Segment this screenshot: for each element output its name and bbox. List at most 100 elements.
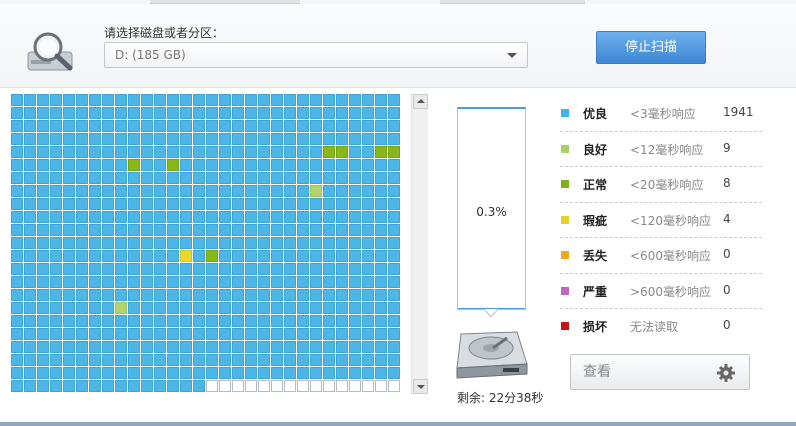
block-cell — [336, 341, 348, 353]
block-cell — [219, 94, 231, 106]
block-cell — [271, 354, 283, 366]
stop-scan-button[interactable]: 停止扫描 — [596, 31, 706, 64]
block-cell — [375, 198, 387, 210]
block-cell — [128, 250, 140, 262]
block-cell — [154, 289, 166, 301]
gear-icon — [717, 364, 735, 382]
block-cell — [349, 263, 361, 275]
block-cell — [284, 172, 296, 184]
block-cell — [323, 237, 335, 249]
block-cell — [336, 354, 348, 366]
block-cell — [167, 146, 179, 158]
legend-row: 优良 <3毫秒响应 1941 — [560, 96, 762, 132]
legend-swatch — [561, 215, 569, 224]
block-cell — [271, 328, 283, 340]
block-cell — [154, 185, 166, 197]
legend-name: 瑕疵 — [583, 213, 608, 228]
block-cell — [167, 354, 179, 366]
block-cell — [297, 328, 309, 340]
block-cell — [336, 172, 348, 184]
scroll-up-button[interactable] — [413, 94, 428, 109]
block-cell — [89, 315, 101, 327]
block-cell — [141, 341, 153, 353]
block-cell — [180, 198, 192, 210]
block-cell — [232, 172, 244, 184]
block-cell — [232, 159, 244, 171]
legend-swatch — [561, 109, 569, 117]
block-cell — [50, 380, 62, 392]
block-cell — [375, 120, 387, 132]
block-cell — [89, 185, 101, 197]
block-cell — [297, 289, 309, 301]
legend-description: <12毫秒响应 — [630, 142, 704, 157]
block-cell — [141, 302, 153, 314]
block-cell — [115, 224, 127, 236]
block-cell — [24, 211, 36, 223]
chevron-down-icon[interactable] — [507, 53, 517, 58]
block-cell — [37, 276, 49, 288]
block-cell — [349, 185, 361, 197]
block-cell — [180, 354, 192, 366]
block-cell — [37, 172, 49, 184]
block-cell — [245, 276, 257, 288]
block-cell — [271, 133, 283, 145]
block-cell — [115, 263, 127, 275]
block-cell — [154, 159, 166, 171]
block-map-scrollbar[interactable] — [411, 94, 428, 394]
block-cell — [310, 237, 322, 249]
block-cell — [167, 237, 179, 249]
time-remaining: 剩余: 22分38秒 — [457, 391, 544, 405]
block-cell — [115, 315, 127, 327]
block-cell — [63, 276, 75, 288]
block-cell — [232, 263, 244, 275]
block-cell — [323, 289, 335, 301]
block-cell — [323, 380, 335, 392]
block-cell — [362, 107, 374, 119]
block-cell — [297, 250, 309, 262]
block-cell — [24, 120, 36, 132]
block-cell — [102, 224, 114, 236]
block-cell — [336, 289, 348, 301]
block-cell — [349, 159, 361, 171]
scroll-down-button[interactable] — [413, 379, 428, 394]
block-cell — [362, 94, 374, 106]
block-cell — [115, 354, 127, 366]
block-cell — [323, 94, 335, 106]
block-cell — [349, 315, 361, 327]
block-cell — [89, 250, 101, 262]
block-cell — [232, 328, 244, 340]
legend-swatch — [561, 286, 569, 295]
block-cell — [284, 263, 296, 275]
block-cell — [24, 133, 36, 145]
block-cell — [167, 341, 179, 353]
view-report-button[interactable]: 查看 — [570, 354, 750, 390]
block-cell — [375, 224, 387, 236]
block-cell — [11, 302, 23, 314]
block-cell — [180, 172, 192, 184]
block-cell — [167, 198, 179, 210]
block-cell — [362, 224, 374, 236]
block-cell — [245, 198, 257, 210]
block-cell — [349, 289, 361, 301]
block-cell — [362, 367, 374, 379]
block-cell — [323, 146, 335, 158]
block-cell — [167, 159, 179, 171]
block-cell — [310, 380, 322, 392]
disk-partition-dropdown[interactable]: D: (185 GB) — [104, 42, 528, 68]
legend-count: 4 — [723, 211, 731, 226]
block-cell — [232, 146, 244, 158]
block-cell — [310, 198, 322, 210]
block-cell — [115, 172, 127, 184]
block-cell — [24, 380, 36, 392]
block-cell — [323, 315, 335, 327]
block-cell — [297, 315, 309, 327]
block-cell — [76, 211, 88, 223]
block-cell — [180, 380, 192, 392]
block-cell — [310, 172, 322, 184]
block-cell — [336, 302, 348, 314]
block-cell — [154, 237, 166, 249]
block-cell — [24, 237, 36, 249]
block-cell — [375, 302, 387, 314]
block-cell — [37, 289, 49, 301]
block-cell — [154, 276, 166, 288]
